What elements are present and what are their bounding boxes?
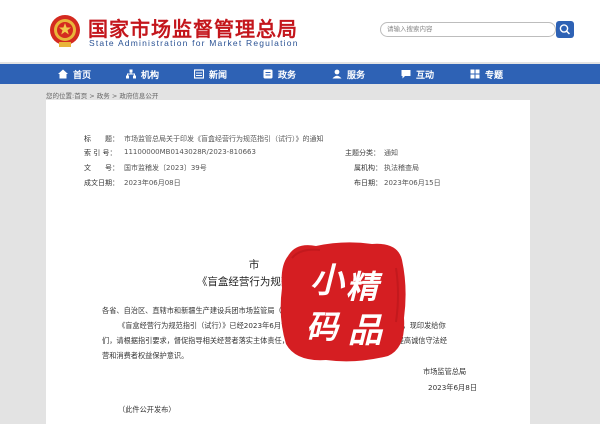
- meta-pub-value: 2023年06月15日: [384, 179, 441, 187]
- svg-text:精: 精: [346, 268, 383, 306]
- svg-text:码: 码: [306, 308, 341, 346]
- nav-home[interactable]: 首页: [58, 64, 91, 84]
- nav-interact[interactable]: 互动: [401, 64, 434, 84]
- meta-dept-value: 执法稽查局: [384, 164, 419, 172]
- meta-pub-label: 布日期：: [354, 179, 382, 187]
- watermark-stamp: 小 精 码 品: [280, 242, 406, 362]
- main-nav: 首页 机构 新闻 政务 服务 互动 专题: [0, 64, 600, 84]
- news-icon: [194, 69, 204, 79]
- gov-icon: [263, 69, 273, 79]
- home-icon: [58, 69, 68, 79]
- doc-signer: 市场监管总局: [423, 367, 467, 376]
- meta-docno-value: 国市监稽发〔2023〕39号: [124, 164, 207, 172]
- site-subtitle: State Administration for Market Regulati…: [89, 38, 299, 48]
- nav-org[interactable]: 机构: [126, 64, 159, 84]
- document-panel: 标 题： 市场监管总局关于印发《盲盒经营行为规范指引（试行）》的通知 索 引 号…: [46, 100, 530, 424]
- meta-title-label: 标 题：: [84, 135, 119, 143]
- meta-date-value: 2023年06月08日: [124, 179, 181, 187]
- national-emblem-icon[interactable]: [48, 12, 82, 50]
- nav-home-label: 首页: [73, 70, 92, 81]
- nav-interact-label: 互动: [416, 70, 435, 81]
- nav-news[interactable]: 新闻: [194, 64, 227, 84]
- nav-service-label: 服务: [347, 70, 366, 81]
- breadcrumb[interactable]: 您的位置:首页 > 政务 > 政府信息公开: [46, 90, 158, 100]
- nav-org-label: 机构: [141, 70, 160, 81]
- meta-dept-label: 属机构：: [354, 164, 382, 172]
- nav-gov[interactable]: 政务: [263, 64, 296, 84]
- doc-body-line3: 营和消费者权益保护意识。: [102, 351, 189, 360]
- nav-topic[interactable]: 专题: [470, 64, 503, 84]
- nav-gov-label: 政务: [278, 70, 297, 81]
- meta-index-value: 11100000MB0143028R/2023-810663: [124, 148, 256, 156]
- topic-icon: [470, 69, 480, 79]
- org-icon: [126, 69, 136, 79]
- svg-text:小: 小: [310, 261, 346, 301]
- search-icon[interactable]: [556, 21, 574, 38]
- meta-topic-label: 主题分类：: [345, 149, 380, 157]
- nav-news-label: 新闻: [209, 70, 228, 81]
- svg-text:品: 品: [348, 311, 384, 351]
- meta-docno-label: 文 号：: [84, 164, 119, 172]
- meta-index-label: 索 引 号：: [84, 149, 117, 157]
- site-header: 国家市场监督管理总局 State Administration for Mark…: [0, 0, 600, 62]
- meta-topic-value: 通知: [384, 149, 398, 157]
- service-icon: [332, 69, 342, 79]
- doc-sign-date: 2023年6月8日: [428, 383, 478, 392]
- doc-footer-note: （此件公开发布）: [118, 405, 176, 414]
- search-input[interactable]: 请输入搜索内容: [380, 22, 556, 37]
- interact-icon: [401, 70, 411, 79]
- meta-date-label: 成文日期：: [84, 179, 119, 187]
- nav-topic-label: 专题: [485, 70, 504, 81]
- nav-service[interactable]: 服务: [332, 64, 365, 84]
- meta-title-value: 市场监管总局关于印发《盲盒经营行为规范指引（试行）》的通知: [124, 135, 324, 143]
